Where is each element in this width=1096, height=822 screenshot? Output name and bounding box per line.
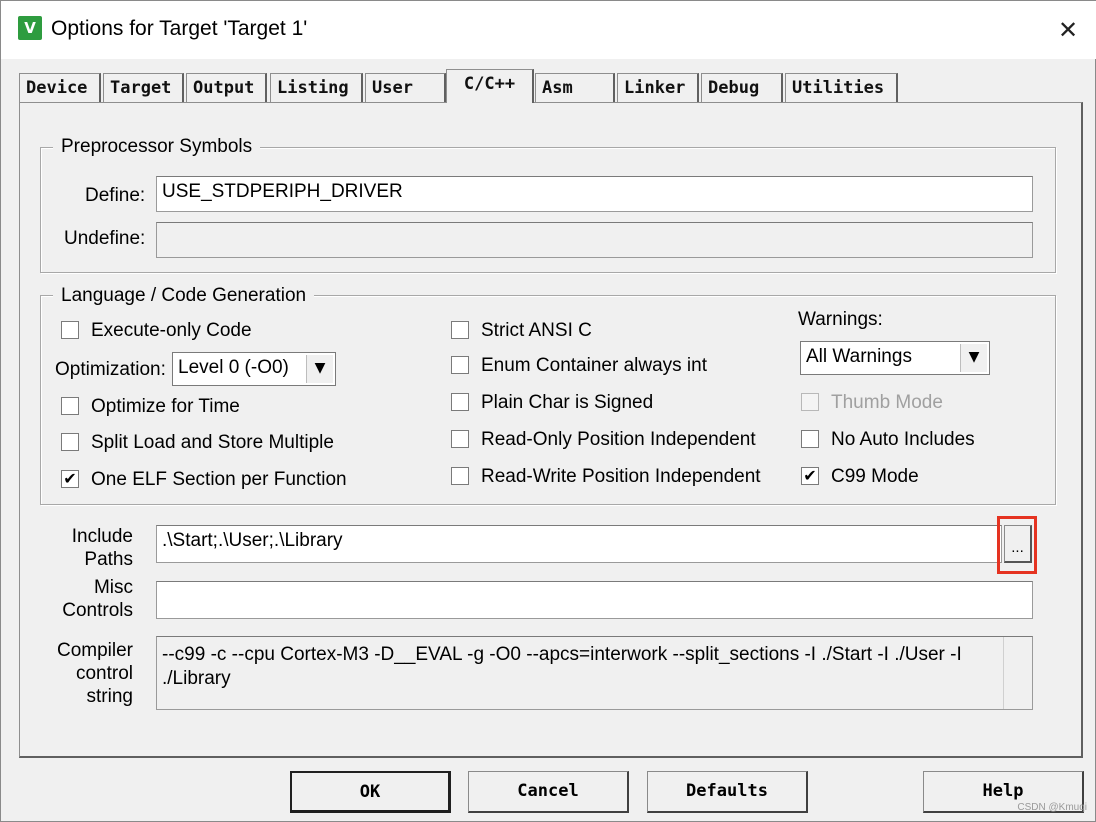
execute-only-label: Execute-only Code xyxy=(91,320,252,341)
optimization-value: Level 0 (-O0) xyxy=(178,357,289,378)
compiler-control-scrollbar[interactable] xyxy=(1003,637,1032,709)
include-paths-input[interactable]: .\Start;.\User;.\Library xyxy=(156,525,1002,563)
tab-utilities[interactable]: Utilities xyxy=(785,73,898,102)
rw-pi-label: Read-Write Position Independent xyxy=(481,466,761,487)
optimization-label: Optimization: xyxy=(55,359,166,380)
strict-ansi-label: Strict ANSI C xyxy=(481,320,592,341)
optimize-time-label: Optimize for Time xyxy=(91,396,240,417)
options-dialog: V Options for Target 'Target 1' ✕ Device… xyxy=(0,0,1096,822)
split-load-label: Split Load and Store Multiple xyxy=(91,432,334,453)
thumb-mode-label: Thumb Mode xyxy=(831,392,943,413)
tab-output[interactable]: Output xyxy=(186,73,267,102)
tab-asm[interactable]: Asm xyxy=(535,73,615,102)
tab-device[interactable]: Device xyxy=(19,73,101,102)
c99-mode-checkbox[interactable]: ✔ xyxy=(801,467,819,485)
close-icon[interactable]: ✕ xyxy=(1051,13,1085,47)
compiler-control-string: --c99 -c --cpu Cortex-M3 -D__EVAL -g -O0… xyxy=(156,636,1033,710)
tab-target[interactable]: Target xyxy=(103,73,184,102)
plain-char-label: Plain Char is Signed xyxy=(481,392,654,413)
split-load-checkbox[interactable] xyxy=(61,433,79,451)
undefine-input xyxy=(156,222,1033,258)
misc-controls-input[interactable] xyxy=(156,581,1033,619)
warnings-label: Warnings: xyxy=(798,309,883,330)
tab-strip: Device Target Output Listing User C/C++ … xyxy=(19,69,1089,103)
define-label: Define: xyxy=(85,185,146,206)
one-elf-checkbox[interactable]: ✔ xyxy=(61,470,79,488)
dialog-title: Options for Target 'Target 1' xyxy=(51,17,308,40)
define-input[interactable]: USE_STDPERIPH_DRIVER xyxy=(156,176,1033,212)
compiler-control-label-line2: control xyxy=(75,663,133,684)
chevron-down-icon: ▼ xyxy=(960,344,987,372)
ok-button[interactable]: OK xyxy=(290,771,451,813)
compiler-control-label-line3: string xyxy=(86,686,133,707)
tab-c-cpp[interactable]: C/C++ xyxy=(446,69,534,103)
tab-listing[interactable]: Listing xyxy=(270,73,363,102)
preprocessor-symbols-label: Preprocessor Symbols xyxy=(53,136,261,158)
enum-container-label: Enum Container always int xyxy=(481,355,707,376)
thumb-mode-checkbox xyxy=(801,393,819,411)
defaults-button[interactable]: Defaults xyxy=(647,771,808,813)
strict-ansi-checkbox[interactable] xyxy=(451,321,469,339)
compiler-control-label-line1: Compiler xyxy=(56,640,133,661)
tab-debug[interactable]: Debug xyxy=(701,73,783,102)
misc-controls-label-line2: Controls xyxy=(62,600,133,621)
undefine-label: Undefine: xyxy=(64,228,146,249)
tab-linker[interactable]: Linker xyxy=(617,73,699,102)
tab-user[interactable]: User xyxy=(365,73,446,102)
cancel-button[interactable]: Cancel xyxy=(468,771,629,813)
keil-app-icon: V xyxy=(18,16,42,40)
checkmark-icon: ✔ xyxy=(803,466,817,485)
optimization-select[interactable]: Level 0 (-O0) ▼ xyxy=(172,352,336,386)
ro-pi-label: Read-Only Position Independent xyxy=(481,429,756,450)
checkmark-icon: ✔ xyxy=(63,469,77,488)
chevron-down-icon: ▼ xyxy=(306,355,333,383)
ro-pi-checkbox[interactable] xyxy=(451,430,469,448)
warnings-value: All Warnings xyxy=(806,346,912,367)
include-paths-label-line2: Paths xyxy=(84,549,133,570)
browse-include-paths-button[interactable]: ... xyxy=(1004,525,1032,563)
plain-char-checkbox[interactable] xyxy=(451,393,469,411)
optimize-time-checkbox[interactable] xyxy=(61,397,79,415)
include-paths-label-line1: Include xyxy=(71,526,133,547)
warnings-select[interactable]: All Warnings ▼ xyxy=(800,341,990,375)
no-auto-includes-label: No Auto Includes xyxy=(831,429,975,450)
misc-controls-label-line1: Misc xyxy=(93,577,133,598)
compiler-control-text: --c99 -c --cpu Cortex-M3 -D__EVAL -g -O0… xyxy=(162,644,962,689)
rw-pi-checkbox[interactable] xyxy=(451,467,469,485)
csdn-watermark: CSDN @Kmuqi xyxy=(1017,802,1087,813)
no-auto-includes-checkbox[interactable] xyxy=(801,430,819,448)
execute-only-checkbox[interactable] xyxy=(61,321,79,339)
title-bar: V Options for Target 'Target 1' ✕ xyxy=(1,1,1096,59)
language-codegen-label: Language / Code Generation xyxy=(53,285,315,307)
enum-container-checkbox[interactable] xyxy=(451,356,469,374)
c99-mode-label: C99 Mode xyxy=(831,466,919,487)
one-elf-label: One ELF Section per Function xyxy=(91,469,347,490)
